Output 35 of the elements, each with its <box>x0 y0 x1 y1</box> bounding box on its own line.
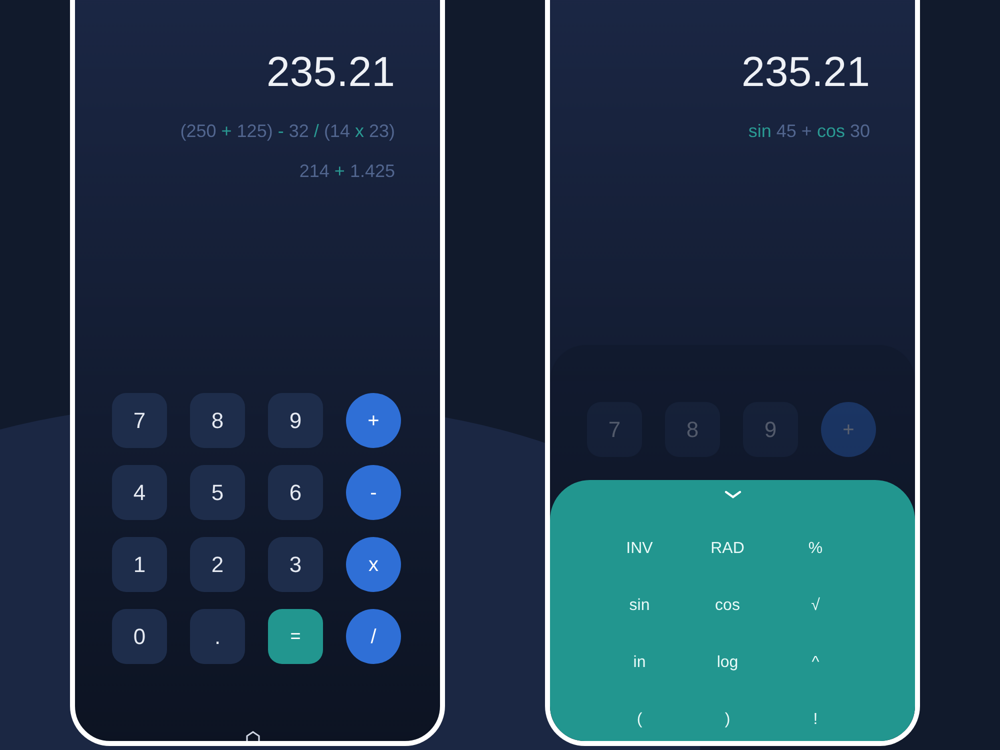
function-key[interactable]: INV <box>604 528 674 570</box>
digit-key[interactable]: 0 <box>112 609 167 664</box>
digit-key[interactable]: 1 <box>112 537 167 592</box>
function-key[interactable]: ! <box>780 699 850 741</box>
function-key[interactable]: log <box>692 642 762 684</box>
function-key[interactable]: cos <box>692 585 762 627</box>
digit-key[interactable]: 8 <box>190 393 245 448</box>
function-key[interactable]: in <box>604 642 674 684</box>
digit-key[interactable]: 6 <box>268 465 323 520</box>
function-key[interactable]: % <box>780 528 850 570</box>
expression-text: (250 + 125) - 32 / (14 x 23) <box>180 120 395 143</box>
function-key[interactable]: ( <box>604 699 674 741</box>
expression-text: 214 + 1.425 <box>299 160 395 183</box>
digit-key[interactable]: 2 <box>190 537 245 592</box>
home-icon[interactable] <box>245 731 261 741</box>
digit-key[interactable]: 9 <box>268 393 323 448</box>
operator-key[interactable]: + <box>346 393 401 448</box>
expression-text: sin 45 + cos 30 <box>748 120 870 143</box>
digit-key[interactable]: 7 <box>112 393 167 448</box>
operator-key[interactable]: / <box>346 609 401 664</box>
result-display: 235.21 <box>266 47 395 97</box>
digit-key[interactable]: . <box>190 609 245 664</box>
function-key[interactable]: RAD <box>692 528 762 570</box>
result-display: 235.21 <box>742 47 870 97</box>
function-key[interactable]: √ <box>780 585 850 627</box>
digit-key[interactable]: 3 <box>268 537 323 592</box>
chevron-down-icon[interactable] <box>724 490 742 500</box>
digit-key[interactable]: 4 <box>112 465 167 520</box>
function-key[interactable]: ) <box>692 699 762 741</box>
function-key[interactable]: ^ <box>780 642 850 684</box>
function-key[interactable]: sin <box>604 585 674 627</box>
equals-key[interactable]: = <box>268 609 323 664</box>
digit-key[interactable]: 5 <box>190 465 245 520</box>
operator-key[interactable]: - <box>346 465 401 520</box>
operator-key[interactable]: x <box>346 537 401 592</box>
